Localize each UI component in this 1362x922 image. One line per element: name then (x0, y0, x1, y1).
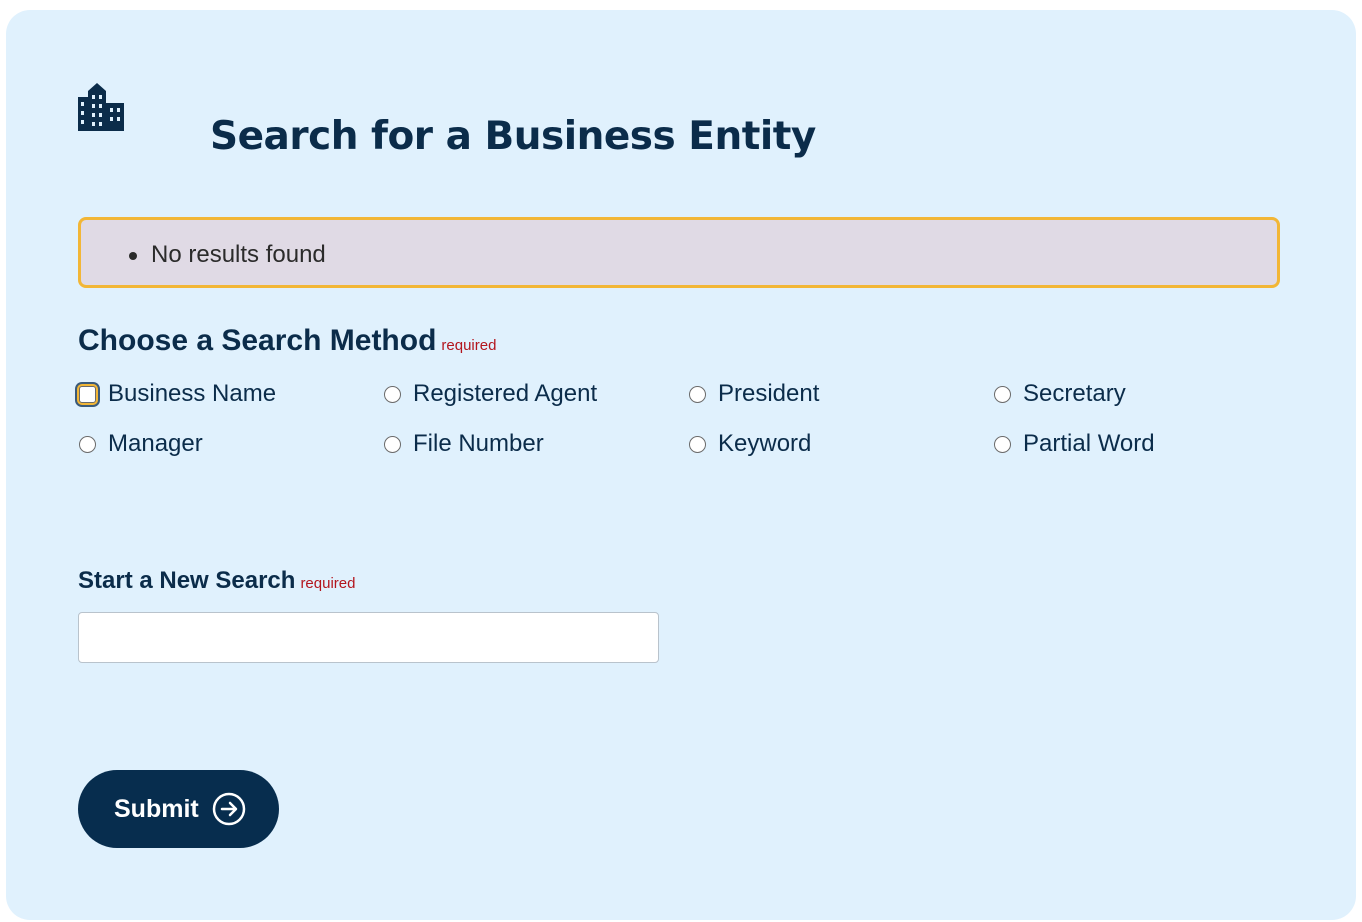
radio-button[interactable] (79, 385, 96, 403)
radio-label: Business Name (108, 380, 277, 407)
new-search-label-text: Start a New Search (78, 567, 296, 594)
radio-label: President (718, 380, 820, 407)
radio-label: Secretary (1023, 380, 1126, 407)
search-input[interactable] (78, 612, 659, 663)
radio-button[interactable] (384, 385, 401, 403)
search-method-title-text: Choose a Search Method (78, 324, 437, 357)
radio-keyword[interactable]: Keyword (689, 429, 811, 459)
radio-manager[interactable]: Manager (79, 429, 203, 459)
radio-business-name[interactable]: Business Name (79, 379, 276, 409)
radio-president[interactable]: President (689, 379, 819, 409)
radio-registered-agent[interactable]: Registered Agent (384, 379, 597, 409)
radio-button[interactable] (689, 385, 706, 403)
radio-button[interactable] (79, 435, 96, 453)
submit-label: Submit (114, 794, 199, 823)
submit-button[interactable]: Submit (78, 770, 279, 848)
new-search-label: Start a New Search required (78, 566, 355, 599)
radio-label: Registered Agent (413, 380, 598, 407)
error-alert: No results found (78, 217, 1280, 288)
radio-label: Manager (108, 430, 203, 457)
page-title: Search for a Business Entity (210, 114, 816, 159)
radio-button[interactable] (994, 435, 1011, 453)
radio-file-number[interactable]: File Number (384, 429, 544, 459)
radio-button[interactable] (994, 385, 1011, 403)
bullet-icon (129, 252, 137, 260)
required-indicator: required (441, 337, 497, 354)
required-indicator: required (300, 575, 356, 592)
search-method-title: Choose a Search Method required (78, 322, 496, 365)
radio-label: Keyword (718, 430, 812, 457)
radio-button[interactable] (384, 435, 401, 453)
building-icon (78, 83, 124, 131)
radio-button[interactable] (689, 435, 706, 453)
radio-partial-word[interactable]: Partial Word (994, 429, 1155, 459)
radio-label: File Number (413, 430, 544, 457)
radio-label: Partial Word (1023, 430, 1155, 457)
radio-secretary[interactable]: Secretary (994, 379, 1126, 409)
arrow-right-circle-icon (212, 792, 245, 826)
alert-message: No results found (151, 241, 326, 268)
